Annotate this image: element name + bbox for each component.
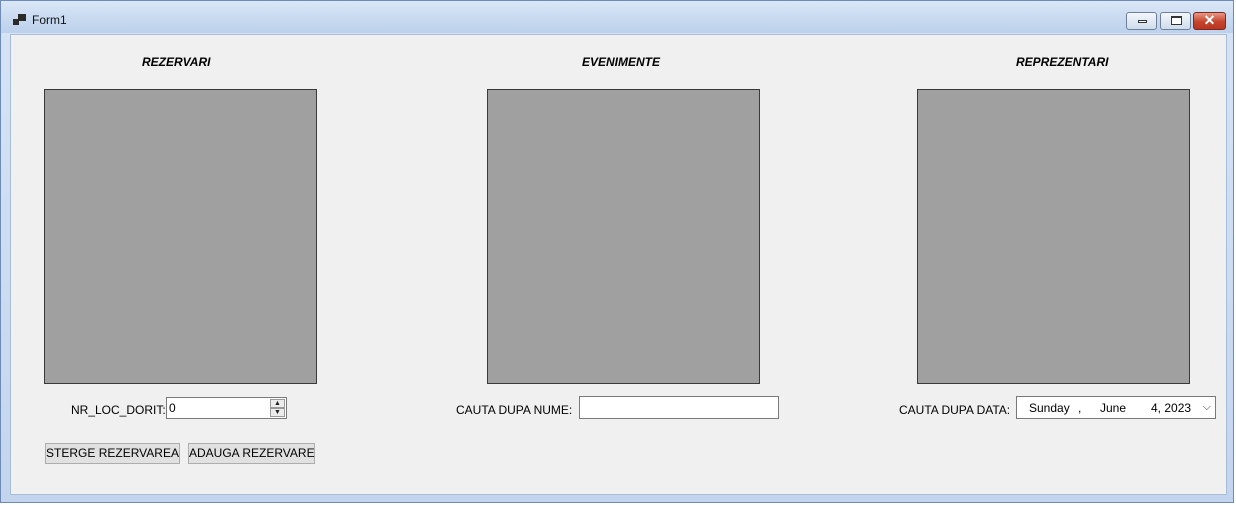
date-separator: , bbox=[1078, 401, 1082, 415]
nr-loc-label: NR_LOC_DORIT: bbox=[71, 403, 166, 417]
date-weekday[interactable]: Sunday bbox=[1029, 401, 1070, 415]
close-icon: ✕ bbox=[1203, 12, 1216, 28]
search-date-label: CAUTA DUPA DATA: bbox=[899, 403, 1011, 417]
window-title: Form1 bbox=[32, 13, 67, 27]
main-window: Form1 ✕ REZERVARI EVENIMENTE REPREZENTAR… bbox=[0, 0, 1234, 503]
maximize-button[interactable] bbox=[1160, 12, 1191, 30]
chevron-down-icon[interactable]: ⌵ bbox=[1203, 401, 1211, 414]
search-name-label: CAUTA DUPA NUME: bbox=[456, 403, 573, 417]
evenimente-grid[interactable] bbox=[487, 89, 760, 384]
nr-loc-value[interactable]: 0 bbox=[169, 401, 176, 415]
date-picker[interactable]: Sunday , June 4, 2023 ⌵ bbox=[1016, 396, 1216, 419]
form-client-area: REZERVARI EVENIMENTE REPREZENTARI NR_LOC… bbox=[10, 34, 1227, 495]
minimize-icon bbox=[1138, 20, 1147, 23]
stepper-buttons: ▲ ▼ bbox=[270, 399, 285, 417]
evenimente-heading: EVENIMENTE bbox=[582, 55, 661, 69]
add-reservation-button[interactable]: ADAUGA REZERVARE bbox=[188, 443, 315, 464]
close-button[interactable]: ✕ bbox=[1193, 12, 1226, 30]
nr-loc-stepper[interactable]: 0 ▲ ▼ bbox=[166, 397, 287, 419]
stepper-down-icon[interactable]: ▼ bbox=[270, 408, 285, 417]
rezervari-heading: REZERVARI bbox=[142, 55, 211, 69]
minimize-button[interactable] bbox=[1126, 12, 1157, 30]
stepper-up-icon[interactable]: ▲ bbox=[270, 399, 285, 408]
date-day-year[interactable]: 4, 2023 bbox=[1151, 401, 1191, 415]
delete-reservation-button[interactable]: STERGE REZERVAREA bbox=[45, 443, 180, 464]
date-month[interactable]: June bbox=[1100, 401, 1126, 415]
reprezentari-grid[interactable] bbox=[917, 89, 1190, 384]
app-form-icon[interactable] bbox=[13, 14, 27, 26]
search-name-input[interactable] bbox=[579, 396, 779, 419]
title-bar[interactable]: Form1 ✕ bbox=[1, 1, 1233, 33]
maximize-icon bbox=[1171, 16, 1182, 25]
reprezentari-heading: REPREZENTARI bbox=[1016, 55, 1109, 69]
rezervari-grid[interactable] bbox=[44, 89, 317, 384]
